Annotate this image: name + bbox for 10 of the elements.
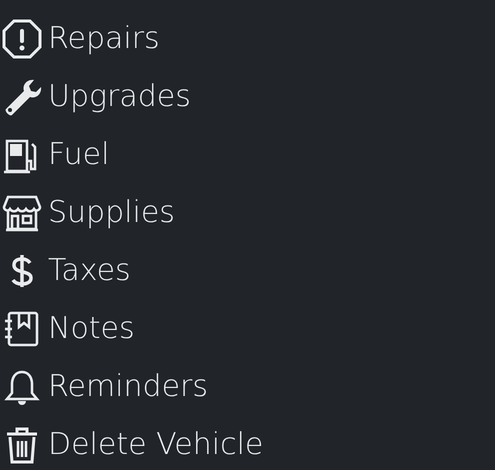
menu-item[interactable]: Upgrades — [48, 79, 191, 115]
menu-item[interactable]: Taxes — [48, 253, 131, 289]
menu-item[interactable]: Delete Vehicle — [48, 427, 264, 463]
menu-item[interactable]: Fuel — [48, 137, 110, 173]
menu-item[interactable]: Notes — [48, 311, 135, 347]
menu-item[interactable]: Reminders — [48, 369, 208, 405]
alert-icon — [2, 19, 42, 59]
storefront-icon — [2, 193, 42, 233]
menu-item[interactable]: Repairs — [48, 21, 160, 57]
menu-item[interactable]: Supplies — [48, 195, 175, 231]
